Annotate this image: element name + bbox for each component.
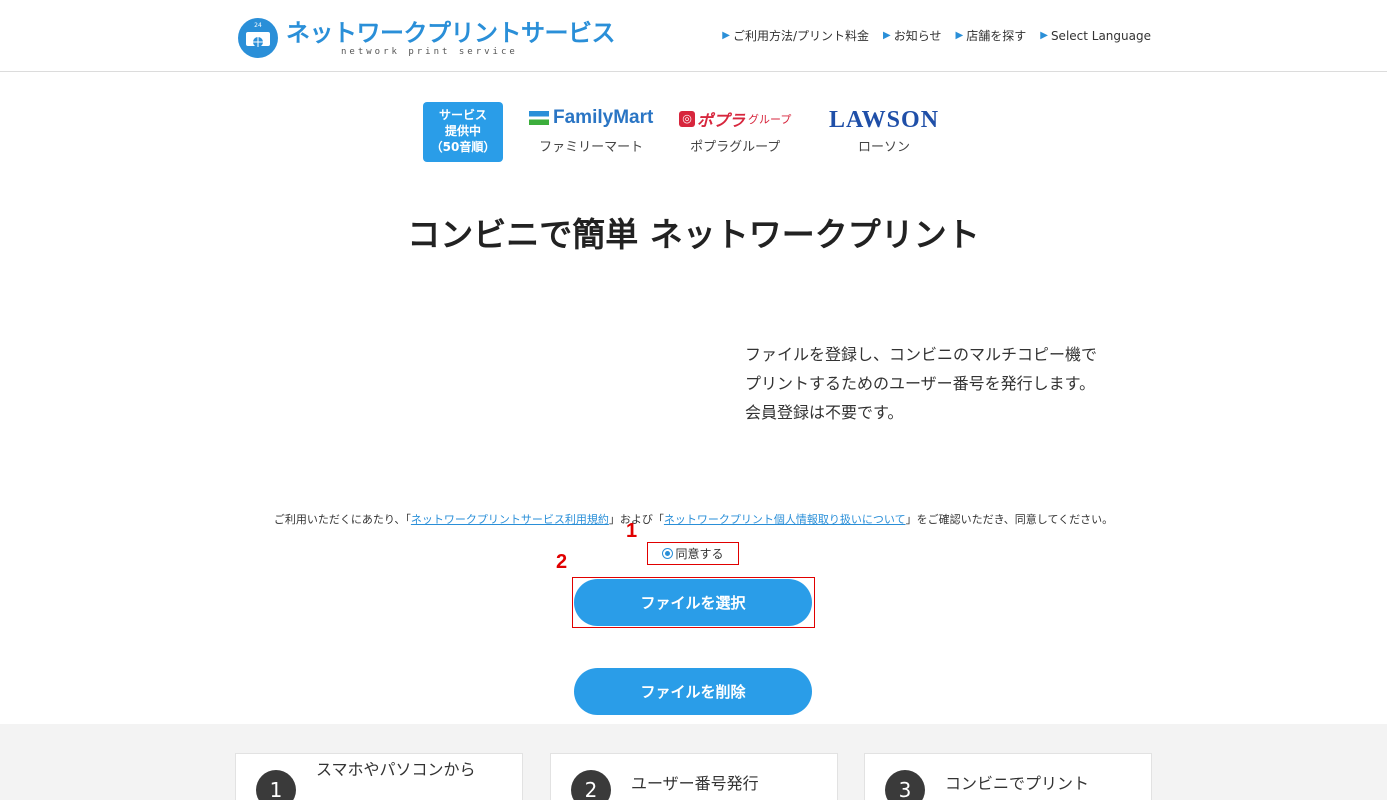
annotation-number-1: 1 bbox=[626, 520, 638, 542]
store-label: ローソン bbox=[858, 140, 911, 155]
select-file-button[interactable]: ファイルを選択 bbox=[574, 579, 812, 626]
badge-line: （50音順） bbox=[430, 140, 496, 154]
store-lawson: LAWSON ローソン bbox=[829, 107, 939, 155]
radio-checked-icon[interactable] bbox=[662, 548, 674, 559]
familymart-stripes-icon bbox=[529, 111, 549, 125]
nav-label: お知らせ bbox=[893, 29, 942, 43]
site-logo[interactable]: 24 ネットワークプリントサービス network print service bbox=[234, 12, 616, 62]
step-text: ユーザー番号発行 bbox=[631, 774, 759, 793]
triangle-right-icon: ▶ bbox=[722, 30, 730, 41]
step-card: 1 スマホやパソコンから bbox=[235, 753, 523, 800]
triangle-right-icon: ▶ bbox=[883, 30, 891, 41]
store-label: ファミリーマート bbox=[539, 140, 644, 155]
nav-label: Select Language bbox=[1050, 28, 1151, 43]
terms-of-service-link[interactable]: ネットワークプリントサービス利用規約 bbox=[411, 513, 609, 526]
logo-title: ネットワークプリントサービス bbox=[286, 19, 616, 47]
logo-subtitle: network print service bbox=[341, 47, 518, 57]
agree-label: 同意する bbox=[675, 547, 724, 561]
top-navigation: ▶ ご利用方法/プリント料金 ▶ お知らせ ▶ 店舗を探す ▶ Select L… bbox=[722, 27, 1151, 44]
intro-line: ファイルを登録し、コンビニのマルチコピー機で bbox=[745, 345, 1098, 364]
intro-line: プリントするためのユーザー番号を発行します。 bbox=[745, 374, 1096, 393]
poplar-mark-icon: ◎ bbox=[679, 111, 695, 127]
step-text: スマホやパソコンから bbox=[316, 760, 476, 779]
svg-text:24: 24 bbox=[254, 22, 262, 29]
site-header: 24 ネットワークプリントサービス network print service … bbox=[0, 0, 1387, 72]
nav-usage-pricing[interactable]: ▶ ご利用方法/プリント料金 bbox=[722, 27, 869, 44]
store-poplar: ◎ ポプラ グループ ポプラグループ bbox=[679, 107, 791, 155]
nav-news[interactable]: ▶ お知らせ bbox=[883, 27, 941, 44]
intro-text: ファイルを登録し、コンビニのマルチコピー機で プリントするためのユーザー番号を発… bbox=[745, 340, 1097, 427]
page-title: コンビニで簡単 ネットワークプリント bbox=[407, 215, 980, 254]
familymart-logo: FamilyMart bbox=[529, 107, 653, 133]
nav-find-store[interactable]: ▶ 店舗を探す bbox=[956, 27, 1027, 44]
step-card: 3 コンビニでプリント bbox=[864, 753, 1152, 800]
triangle-right-icon: ▶ bbox=[955, 30, 964, 41]
step-text: コンビニでプリント bbox=[945, 774, 1090, 793]
nav-label: 店舗を探す bbox=[966, 29, 1027, 43]
intro-line: 会員登録は不要です。 bbox=[745, 403, 904, 422]
badge-line: サービス bbox=[438, 108, 487, 122]
store-label: ポプラグループ bbox=[690, 140, 781, 155]
badge-line: 提供中 bbox=[444, 124, 481, 138]
agree-radio[interactable]: 同意する bbox=[647, 542, 739, 565]
service-available-badge: サービス 提供中 （50音順） bbox=[423, 102, 503, 162]
triangle-right-icon: ▶ bbox=[1040, 30, 1048, 41]
terms-notice: ご利用いただくにあたり、「ネットワークプリントサービス利用規約」および「ネットワ… bbox=[273, 513, 1114, 526]
store-familymart: FamilyMart ファミリーマート bbox=[529, 107, 653, 155]
step-number-badge: 3 bbox=[885, 770, 925, 800]
step-card: 2 ユーザー番号発行 bbox=[550, 753, 838, 800]
step-number-badge: 1 bbox=[256, 770, 296, 800]
nav-label: ご利用方法/プリント料金 bbox=[733, 29, 870, 43]
step-number-badge: 2 bbox=[571, 770, 611, 800]
poplar-logo: ◎ ポプラ グループ bbox=[679, 107, 791, 133]
privacy-policy-link[interactable]: ネットワークプリント個人情報取り扱いについて bbox=[664, 513, 906, 526]
annotation-number-2: 2 bbox=[556, 551, 568, 573]
lawson-logo: LAWSON bbox=[829, 107, 940, 133]
printer-logo-icon: 24 bbox=[238, 18, 278, 58]
delete-file-button[interactable]: ファイルを削除 bbox=[574, 668, 812, 715]
nav-select-language[interactable]: ▶ Select Language bbox=[1040, 27, 1151, 44]
